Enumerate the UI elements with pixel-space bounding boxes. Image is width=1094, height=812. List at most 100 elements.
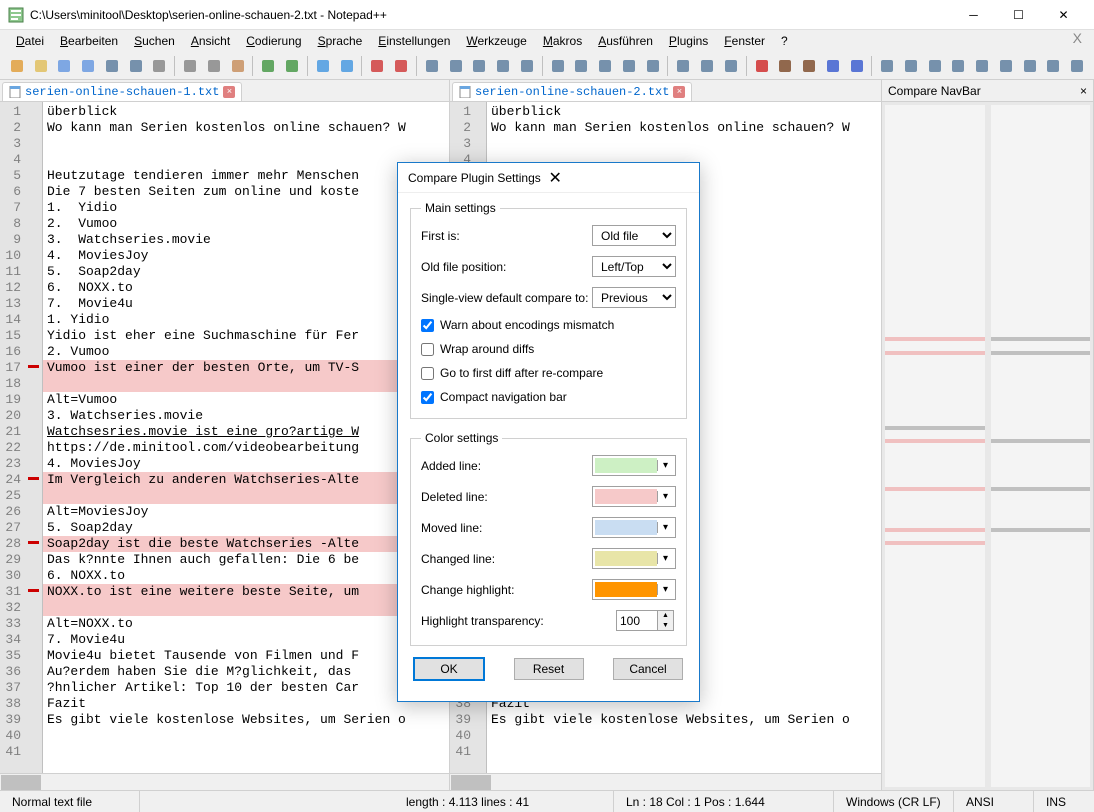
menu-sprache[interactable]: Sprache xyxy=(310,32,371,50)
fold2-icon[interactable] xyxy=(570,55,592,77)
right-hscroll[interactable] xyxy=(450,773,881,790)
ok-button[interactable]: OK xyxy=(414,658,484,680)
added-color-select[interactable]: ▾ xyxy=(592,455,676,476)
copy-icon[interactable] xyxy=(203,55,225,77)
menu-?[interactable]: ? xyxy=(773,32,796,50)
redo-icon[interactable] xyxy=(281,55,303,77)
tab-label: serien-online-schauen-2.txt xyxy=(475,85,669,99)
first-is-select[interactable]: Old file xyxy=(592,225,676,246)
wrap2-icon[interactable] xyxy=(468,55,490,77)
ff-icon[interactable] xyxy=(822,55,844,77)
zoomout-icon[interactable] xyxy=(390,55,412,77)
maximize-button[interactable]: ☐ xyxy=(996,0,1041,29)
allchars-icon[interactable] xyxy=(492,55,514,77)
menu-suchen[interactable]: Suchen xyxy=(126,32,183,50)
close-icon[interactable] xyxy=(101,55,123,77)
dialog-close-icon[interactable]: ✕ xyxy=(549,168,690,188)
play-icon[interactable] xyxy=(798,55,820,77)
compare-settings-dialog: Compare Plugin Settings ✕ Main settings … xyxy=(397,162,700,702)
left-pane: serien-online-schauen-1.txt × 1234567891… xyxy=(0,80,450,790)
warn-checkbox[interactable] xyxy=(421,319,434,332)
fold1-icon[interactable] xyxy=(547,55,569,77)
navbar-close-icon[interactable]: × xyxy=(1080,84,1087,98)
cmp2-icon[interactable] xyxy=(900,55,922,77)
close-button[interactable]: ✕ xyxy=(1041,0,1086,29)
tab-right-file[interactable]: serien-online-schauen-2.txt × xyxy=(452,82,692,101)
menu-makros[interactable]: Makros xyxy=(535,32,590,50)
menu-codierung[interactable]: Codierung xyxy=(238,32,309,50)
hidden-icon[interactable] xyxy=(642,55,664,77)
highlight-color-select[interactable]: ▾ xyxy=(592,579,676,600)
minimize-button[interactable]: ─ xyxy=(951,0,996,29)
up-icon[interactable] xyxy=(995,55,1017,77)
secondary-close-icon[interactable]: X xyxy=(1073,30,1082,46)
playall-icon[interactable] xyxy=(846,55,868,77)
menu-ausführen[interactable]: Ausführen xyxy=(590,32,661,50)
spin-up-icon[interactable]: ▲ xyxy=(658,611,673,621)
reset-button[interactable]: Reset xyxy=(514,658,584,680)
gotofirst-checkbox[interactable] xyxy=(421,367,434,380)
old-pos-select[interactable]: Left/Top xyxy=(592,256,676,277)
open-icon[interactable] xyxy=(30,55,52,77)
sync-icon[interactable] xyxy=(421,55,443,77)
cancel-button[interactable]: Cancel xyxy=(613,658,683,680)
old-pos-label: Old file position: xyxy=(421,260,592,274)
new-icon[interactable] xyxy=(6,55,28,77)
status-encoding: ANSI xyxy=(954,791,1034,812)
changed-color-select[interactable]: ▾ xyxy=(592,548,676,569)
closeall-icon[interactable] xyxy=(125,55,147,77)
navbar-title: Compare NavBar × xyxy=(882,80,1093,102)
tab-close-icon[interactable]: × xyxy=(673,86,685,98)
menu-einstellungen[interactable]: Einstellungen xyxy=(370,32,458,50)
down-icon[interactable] xyxy=(1019,55,1041,77)
cmp1-icon[interactable] xyxy=(876,55,898,77)
single-view-label: Single-view default compare to: xyxy=(421,291,592,305)
doc2-icon[interactable] xyxy=(696,55,718,77)
print-icon[interactable] xyxy=(149,55,171,77)
cmp6-icon[interactable] xyxy=(1043,55,1065,77)
navbar-col-left[interactable] xyxy=(885,105,985,787)
moved-color-select[interactable]: ▾ xyxy=(592,517,676,538)
doc1-icon[interactable] xyxy=(672,55,694,77)
undo-icon[interactable] xyxy=(257,55,279,77)
spin-down-icon[interactable]: ▼ xyxy=(658,621,673,631)
menu-fenster[interactable]: Fenster xyxy=(716,32,773,50)
tab-left-file[interactable]: serien-online-schauen-1.txt × xyxy=(2,82,242,101)
navbar-col-right[interactable] xyxy=(991,105,1091,787)
wrap-checkbox[interactable] xyxy=(421,343,434,356)
menu-ansicht[interactable]: Ansicht xyxy=(183,32,238,50)
cmp4-icon[interactable] xyxy=(948,55,970,77)
color-settings-group: Color settings Added line:▾ Deleted line… xyxy=(410,431,687,646)
menu-werkzeuge[interactable]: Werkzeuge xyxy=(458,32,534,50)
menu-bearbeiten[interactable]: Bearbeiten xyxy=(52,32,126,50)
replace-icon[interactable] xyxy=(336,55,358,77)
indent-icon[interactable] xyxy=(516,55,538,77)
left-editor[interactable]: 1234567891011121314151617181920212223242… xyxy=(0,102,449,773)
file-icon xyxy=(459,86,471,98)
cmp3-icon[interactable] xyxy=(924,55,946,77)
fold4-icon[interactable] xyxy=(618,55,640,77)
paste-icon[interactable] xyxy=(227,55,249,77)
cmp7-icon[interactable] xyxy=(1066,55,1088,77)
wrap-icon[interactable] xyxy=(445,55,467,77)
saveall-icon[interactable] xyxy=(77,55,99,77)
doc3-icon[interactable] xyxy=(720,55,742,77)
menubar: DateiBearbeitenSuchenAnsichtCodierungSpr… xyxy=(0,30,1094,52)
tab-close-icon[interactable]: × xyxy=(223,86,235,98)
save-icon[interactable] xyxy=(54,55,76,77)
stop-icon[interactable] xyxy=(774,55,796,77)
menu-plugins[interactable]: Plugins xyxy=(661,32,716,50)
cmp5-icon[interactable] xyxy=(971,55,993,77)
rec-icon[interactable] xyxy=(751,55,773,77)
zoomin-icon[interactable] xyxy=(366,55,388,77)
find-icon[interactable] xyxy=(312,55,334,77)
menu-datei[interactable]: Datei xyxy=(8,32,52,50)
fold3-icon[interactable] xyxy=(594,55,616,77)
transparency-spinner[interactable]: ▲▼ xyxy=(616,610,676,631)
left-hscroll[interactable] xyxy=(0,773,449,790)
compact-checkbox[interactable] xyxy=(421,391,434,404)
deleted-color-select[interactable]: ▾ xyxy=(592,486,676,507)
cut-icon[interactable] xyxy=(179,55,201,77)
single-view-select[interactable]: Previous xyxy=(592,287,676,308)
navbar-body[interactable] xyxy=(882,102,1093,790)
